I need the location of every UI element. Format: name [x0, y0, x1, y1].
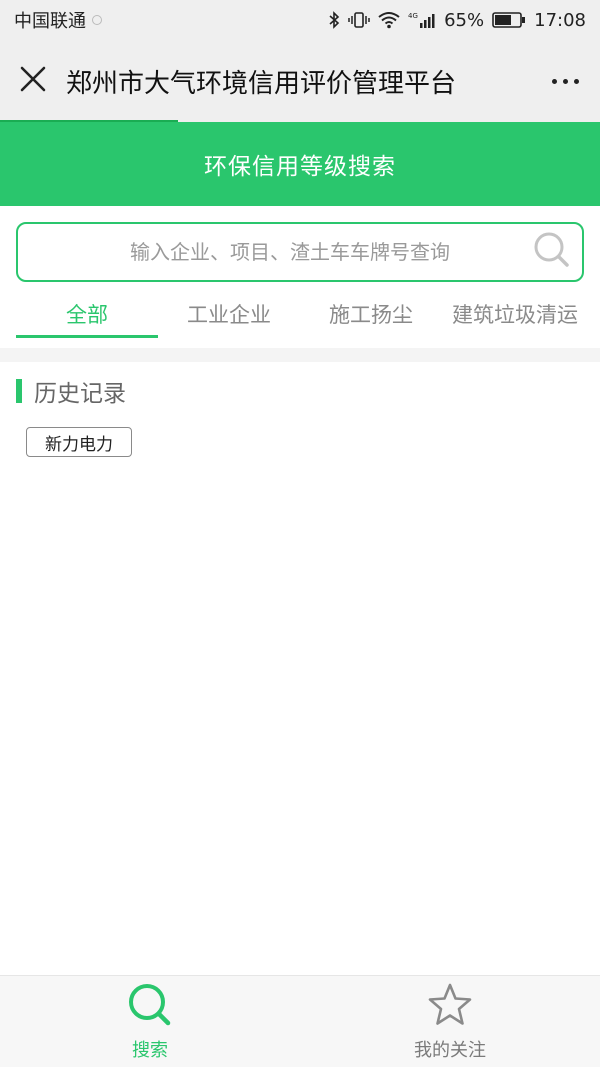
close-icon: [20, 66, 46, 96]
battery-icon: [492, 11, 526, 29]
page-title: 郑州市大气环境信用评价管理平台: [66, 68, 457, 99]
search-button[interactable]: [522, 224, 582, 280]
clock: 17:08: [534, 9, 586, 31]
nav-search[interactable]: 搜索: [0, 976, 300, 1067]
sim-icon: [92, 15, 102, 25]
status-left: 中国联通: [14, 7, 102, 33]
category-tabs: 全部 工业企业 施工扬尘 建筑垃圾清运: [0, 290, 600, 338]
star-icon: [426, 982, 474, 1032]
nav-favorites[interactable]: 我的关注: [300, 976, 600, 1067]
network-type-label: 4G: [408, 12, 418, 20]
bottom-nav: 搜索 我的关注: [0, 975, 600, 1067]
tab-construction-dust[interactable]: 施工扬尘: [306, 290, 436, 338]
history-list: 新力电力: [26, 427, 132, 457]
status-bar: 中国联通 4G 65% 17:08: [0, 0, 600, 40]
history-chip[interactable]: 新力电力: [26, 427, 132, 457]
carrier-label: 中国联通: [14, 11, 86, 32]
more-button[interactable]: [530, 40, 600, 122]
tab-construction-waste[interactable]: 建筑垃圾清运: [440, 290, 590, 338]
status-right: 4G 65% 17:08: [328, 10, 586, 31]
vibrate-icon: [348, 11, 370, 29]
section-divider: [0, 348, 600, 362]
more-dots-icon: [551, 78, 557, 84]
section-marker: [16, 379, 22, 403]
more-dot: [573, 78, 579, 84]
bluetooth-icon: [328, 11, 340, 29]
signal-icon: 4G: [408, 11, 436, 29]
search-box: [16, 222, 584, 282]
header-title: 环保信用等级搜索: [204, 154, 396, 180]
title-bar: 郑州市大气环境信用评价管理平台: [0, 40, 600, 122]
nav-favorites-label: 我的关注: [414, 1039, 486, 1061]
nav-search-label: 搜索: [132, 1039, 168, 1061]
tab-industrial[interactable]: 工业企业: [166, 290, 292, 338]
wifi-icon: [378, 11, 400, 29]
history-title: 历史记录: [34, 381, 126, 407]
close-button[interactable]: [0, 40, 66, 122]
battery-percent: 65%: [444, 9, 485, 31]
history-heading: 历史记录: [16, 376, 126, 407]
search-header: 环保信用等级搜索: [0, 122, 600, 206]
more-dot: [562, 78, 568, 84]
search-input[interactable]: [18, 224, 522, 280]
search-icon: [532, 230, 572, 274]
search-icon: [126, 982, 174, 1032]
tab-all[interactable]: 全部: [16, 290, 158, 338]
